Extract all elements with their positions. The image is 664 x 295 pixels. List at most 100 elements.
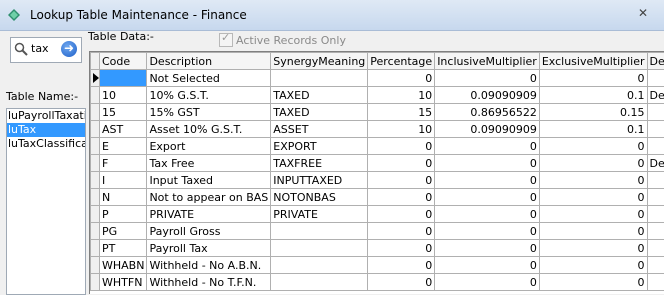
row-indicator[interactable]: [91, 121, 100, 138]
cell-description[interactable]: Payroll Gross: [147, 223, 271, 240]
column-header-description[interactable]: Description: [147, 53, 271, 70]
cell-inclusivemultiplier[interactable]: 0.09090909: [435, 87, 540, 104]
cell-percentage[interactable]: 10: [368, 87, 435, 104]
column-header-defaulttype[interactable]: DefaultType: [647, 53, 664, 70]
cell-exclusivemultiplier[interactable]: 0: [539, 155, 647, 172]
cell-percentage[interactable]: 0: [368, 70, 435, 87]
cell-synergymeaning[interactable]: [271, 257, 368, 274]
cell-code[interactable]: F: [100, 155, 147, 172]
cell-percentage[interactable]: 0: [368, 189, 435, 206]
cell-percentage[interactable]: 0: [368, 274, 435, 291]
cell-inclusivemultiplier[interactable]: 0: [435, 223, 540, 240]
cell-synergymeaning[interactable]: TAXED: [271, 87, 368, 104]
table-name-item[interactable]: luTax: [7, 123, 85, 137]
cell-inclusivemultiplier[interactable]: 0: [435, 172, 540, 189]
table-row[interactable]: EExportEXPORT000: [91, 138, 664, 155]
active-records-checkbox[interactable]: ✓: [219, 33, 233, 47]
table-row[interactable]: PPRIVATEPRIVATE000: [91, 206, 664, 223]
column-header-synergymeaning[interactable]: SynergyMeaning: [271, 53, 368, 70]
cell-percentage[interactable]: 0: [368, 223, 435, 240]
column-header-inclusivemultiplier[interactable]: InclusiveMultiplier: [435, 53, 540, 70]
cell-defaulttype[interactable]: [647, 223, 664, 240]
cell-code[interactable]: AST: [100, 121, 147, 138]
cell-code[interactable]: PG: [100, 223, 147, 240]
table-row[interactable]: FTax FreeTAXFREE000DefaultTaxFree: [91, 155, 664, 172]
cell-code[interactable]: P: [100, 206, 147, 223]
cell-synergymeaning[interactable]: PRIVATE: [271, 206, 368, 223]
cell-code[interactable]: N: [100, 189, 147, 206]
row-indicator[interactable]: [91, 104, 100, 121]
row-indicator[interactable]: [91, 223, 100, 240]
cell-inclusivemultiplier[interactable]: 0: [435, 138, 540, 155]
row-indicator[interactable]: [91, 257, 100, 274]
cell-synergymeaning[interactable]: [271, 223, 368, 240]
table-name-item[interactable]: luTaxClassifica: [7, 137, 85, 151]
cell-description[interactable]: Tax Free: [147, 155, 271, 172]
cell-description[interactable]: 15% GST: [147, 104, 271, 121]
cell-exclusivemultiplier[interactable]: 0: [539, 240, 647, 257]
cell-percentage[interactable]: 15: [368, 104, 435, 121]
cell-description[interactable]: Input Taxed: [147, 172, 271, 189]
cell-exclusivemultiplier[interactable]: 0: [539, 70, 647, 87]
table-name-list[interactable]: luPayrollTaxatiluTaxluTaxClassifica: [6, 108, 86, 295]
cell-exclusivemultiplier[interactable]: 0.1: [539, 87, 647, 104]
cell-inclusivemultiplier[interactable]: 0: [435, 206, 540, 223]
cell-code[interactable]: E: [100, 138, 147, 155]
cell-description[interactable]: Withheld - No T.F.N.: [147, 274, 271, 291]
cell-exclusivemultiplier[interactable]: 0.1: [539, 121, 647, 138]
cell-synergymeaning[interactable]: [271, 274, 368, 291]
cell-percentage[interactable]: 10: [368, 121, 435, 138]
cell-exclusivemultiplier[interactable]: 0: [539, 274, 647, 291]
table-data-grid[interactable]: CodeDescriptionSynergyMeaningPercentageI…: [89, 51, 664, 294]
cell-defaulttype[interactable]: [647, 257, 664, 274]
cell-exclusivemultiplier[interactable]: 0: [539, 138, 647, 155]
close-button[interactable]: ✕: [626, 4, 662, 24]
cell-code[interactable]: 10: [100, 87, 147, 104]
row-indicator[interactable]: [91, 87, 100, 104]
cell-percentage[interactable]: 0: [368, 138, 435, 155]
cell-synergymeaning[interactable]: EXPORT: [271, 138, 368, 155]
cell-code[interactable]: 15: [100, 104, 147, 121]
cell-description[interactable]: PRIVATE: [147, 206, 271, 223]
row-indicator[interactable]: [91, 274, 100, 291]
column-header-code[interactable]: Code: [100, 53, 147, 70]
cell-description[interactable]: Export: [147, 138, 271, 155]
cell-code[interactable]: [100, 70, 147, 87]
cell-code[interactable]: WHABN: [100, 257, 147, 274]
table-row[interactable]: 1010% G.S.T.TAXED100.090909090.1DefaultT…: [91, 87, 664, 104]
cell-inclusivemultiplier[interactable]: 0: [435, 70, 540, 87]
cell-synergymeaning[interactable]: [271, 240, 368, 257]
table-row[interactable]: ASTAsset 10% G.S.T.ASSET100.090909090.1: [91, 121, 664, 138]
cell-synergymeaning[interactable]: INPUTTAXED: [271, 172, 368, 189]
row-indicator[interactable]: [91, 189, 100, 206]
cell-description[interactable]: Withheld - No A.B.N.: [147, 257, 271, 274]
cell-defaulttype[interactable]: [647, 138, 664, 155]
cell-description[interactable]: Payroll Tax: [147, 240, 271, 257]
cell-synergymeaning[interactable]: ASSET: [271, 121, 368, 138]
cell-defaulttype[interactable]: [647, 189, 664, 206]
cell-defaulttype[interactable]: DefaultTaxed: [647, 87, 664, 104]
cell-code[interactable]: I: [100, 172, 147, 189]
cell-synergymeaning[interactable]: [271, 70, 368, 87]
search-input[interactable]: [31, 42, 57, 55]
title-bar[interactable]: Lookup Table Maintenance - Finance ✕: [0, 0, 664, 31]
cell-description[interactable]: 10% G.S.T.: [147, 87, 271, 104]
row-indicator[interactable]: [91, 172, 100, 189]
cell-defaulttype[interactable]: [647, 240, 664, 257]
table-row[interactable]: IInput TaxedINPUTTAXED000: [91, 172, 664, 189]
cell-defaulttype[interactable]: [647, 70, 664, 87]
cell-exclusivemultiplier[interactable]: 0: [539, 172, 647, 189]
cell-inclusivemultiplier[interactable]: 0.86956522: [435, 104, 540, 121]
cell-inclusivemultiplier[interactable]: 0.09090909: [435, 121, 540, 138]
cell-description[interactable]: Not to appear on BAS: [147, 189, 271, 206]
cell-code[interactable]: WHTFN: [100, 274, 147, 291]
cell-percentage[interactable]: 0: [368, 155, 435, 172]
cell-code[interactable]: PT: [100, 240, 147, 257]
cell-exclusivemultiplier[interactable]: 0: [539, 189, 647, 206]
cell-inclusivemultiplier[interactable]: 0: [435, 257, 540, 274]
row-indicator[interactable]: [91, 206, 100, 223]
table-row[interactable]: WHTFNWithheld - No T.F.N.000: [91, 274, 664, 291]
row-indicator[interactable]: [91, 70, 100, 87]
table-name-item[interactable]: luPayrollTaxati: [7, 109, 85, 123]
cell-defaulttype[interactable]: [647, 206, 664, 223]
